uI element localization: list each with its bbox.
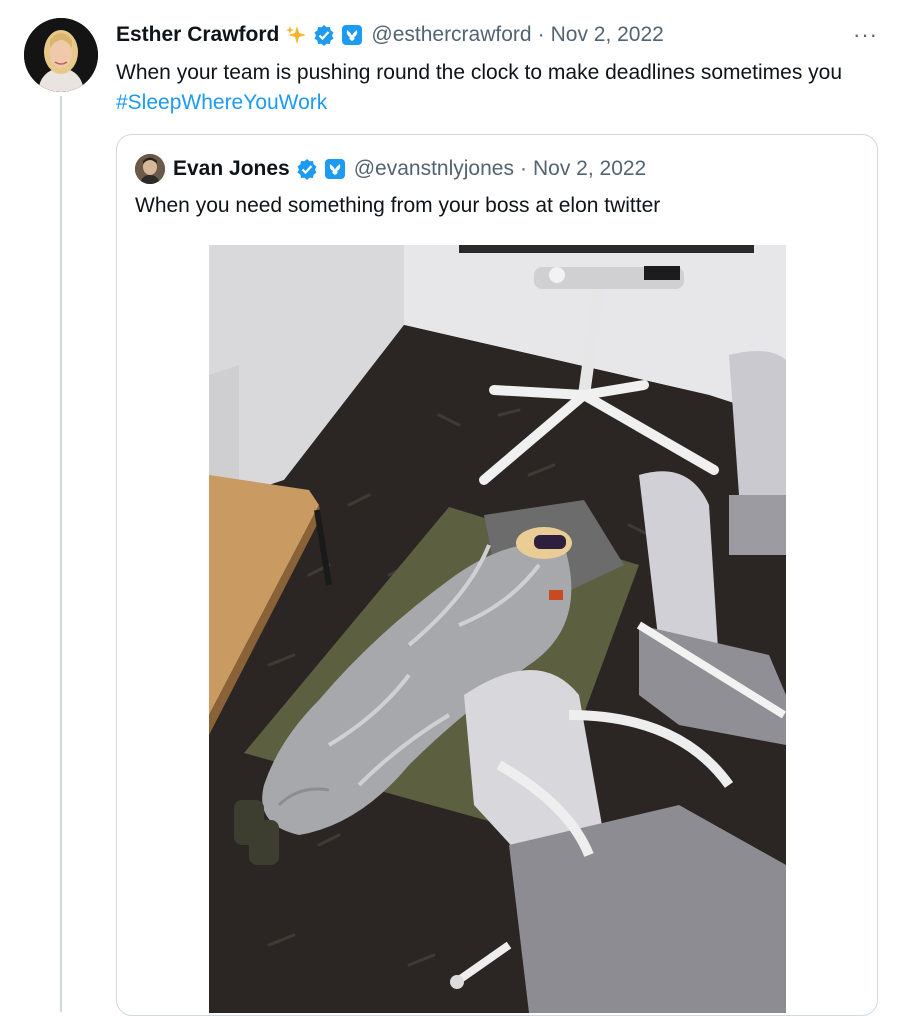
bluesky-square-icon [341, 24, 363, 46]
quoted-avatar-portrait-icon [135, 154, 165, 184]
verified-badge-icon[interactable] [313, 24, 335, 46]
separator-dot: · [537, 23, 545, 46]
author-handle[interactable]: @esthercrawford [371, 23, 531, 47]
tweet-photo[interactable] [209, 245, 787, 1013]
author-name[interactable]: Esther Crawford [116, 23, 279, 47]
quoted-author-handle[interactable]: @evanstnlyjones [354, 157, 514, 181]
bluesky-square-icon [324, 158, 346, 180]
more-options-button[interactable]: ··· [853, 22, 878, 48]
quoted-avatar[interactable] [135, 154, 165, 184]
sparkles-icon [285, 24, 307, 46]
quoted-tweet-card[interactable]: Evan Jones @evanstnlyjones · Nov 2, 2022… [116, 134, 878, 1016]
avatar[interactable] [24, 18, 98, 92]
thread-connector-line [60, 96, 62, 1012]
separator-dot: · [519, 157, 527, 180]
tweet-body: When your team is pushing round the cloc… [116, 61, 843, 84]
tweet-text: When your team is pushing round the cloc… [116, 58, 886, 118]
verified-badge-icon[interactable] [296, 158, 318, 180]
tweet-header: Esther Crawford @esthercrawford · Nov 2,… [116, 20, 880, 50]
quoted-author-name[interactable]: Evan Jones [173, 157, 290, 181]
quoted-tweet-date[interactable]: Nov 2, 2022 [533, 157, 646, 181]
tweet-date[interactable]: Nov 2, 2022 [551, 23, 664, 47]
sleeping-bag-photo [209, 245, 787, 1013]
avatar-portrait-icon [24, 18, 98, 92]
quoted-tweet-text: When you need something from your boss a… [135, 194, 661, 217]
hashtag-link[interactable]: #SleepWhereYouWork [116, 91, 327, 114]
quoted-tweet-header: Evan Jones @evanstnlyjones · Nov 2, 2022 [135, 153, 646, 185]
